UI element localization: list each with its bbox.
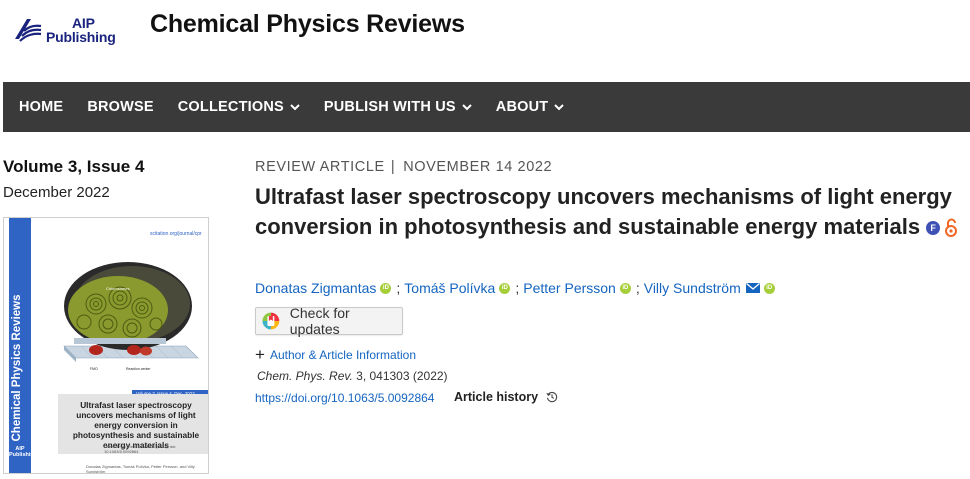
author-article-info-toggle[interactable]: + Author & Article Information bbox=[255, 345, 417, 364]
cover-url: scitation.org/journal/cpr bbox=[150, 231, 202, 237]
aip-logo-text: AIP Publishing bbox=[46, 16, 116, 44]
chevron-down-icon bbox=[462, 104, 472, 111]
author-item: Donatas Zigmantas iD bbox=[255, 280, 392, 296]
nav-home[interactable]: HOME bbox=[19, 99, 63, 115]
journal-title[interactable]: Chemical Physics Reviews bbox=[150, 10, 465, 39]
cover-art-label-chlorosomes: Chlorosomes bbox=[106, 286, 130, 291]
orcid-icon[interactable]: iD bbox=[380, 282, 392, 294]
aip-logo-icon bbox=[15, 19, 42, 42]
cover-logo-line2: Publishing bbox=[9, 452, 38, 458]
chevron-down-icon bbox=[290, 104, 300, 111]
article-history-button[interactable]: Article history bbox=[454, 390, 558, 404]
author-article-info-label: Author & Article Information bbox=[269, 348, 417, 362]
cover-aip-logo: AIP Publishing bbox=[9, 446, 38, 470]
nav-collections-label: COLLECTIONS bbox=[177, 99, 284, 115]
author-separator: ; bbox=[515, 280, 520, 296]
author-item: Villy Sundström iD bbox=[644, 280, 775, 296]
email-icon[interactable] bbox=[745, 283, 760, 293]
orcid-icon[interactable]: iD bbox=[763, 282, 775, 294]
citation-details: 3, 041303 (2022) bbox=[352, 369, 448, 383]
article-title: Ultrafast laser spectroscopy uncovers me… bbox=[255, 182, 967, 242]
cover-title: Ultrafast laser spectroscopy uncovers me… bbox=[72, 400, 200, 450]
logo-line1: AIP bbox=[72, 15, 95, 31]
check-for-updates-button[interactable]: Check for updates bbox=[255, 305, 403, 337]
open-access-icon bbox=[945, 218, 958, 238]
orcid-icon[interactable]: iD bbox=[619, 282, 631, 294]
article-title-text: Ultrafast laser spectroscopy uncovers me… bbox=[255, 184, 952, 239]
free-access-badge: F bbox=[926, 221, 941, 236]
nav-browse-label: BROWSE bbox=[87, 99, 154, 115]
doi-link[interactable]: https://doi.org/10.1063/5.0092864 bbox=[255, 391, 434, 405]
author-name-link[interactable]: Petter Persson bbox=[523, 280, 616, 296]
aip-publishing-logo[interactable]: AIP Publishing bbox=[12, 14, 124, 46]
article-type: REVIEW ARTICLE bbox=[255, 159, 385, 175]
plus-icon: + bbox=[255, 345, 265, 364]
crossmark-icon bbox=[262, 312, 280, 330]
nav-publish-label: PUBLISH WITH US bbox=[323, 99, 456, 115]
meta-separator: | bbox=[390, 159, 396, 175]
author-name-link[interactable]: Villy Sundström bbox=[644, 280, 741, 296]
chevron-down-icon bbox=[554, 104, 565, 111]
check-for-updates-label: Check for updates bbox=[289, 305, 350, 337]
nav-collections[interactable]: COLLECTIONS bbox=[178, 99, 300, 115]
issue-date: December 2022 bbox=[3, 184, 110, 201]
cover-artwork-illustration: Chlorosomes FMO Reaction center bbox=[63, 262, 199, 371]
citation-journal: Chem. Phys. Rev. bbox=[257, 369, 353, 383]
history-icon bbox=[546, 391, 558, 403]
author-separator: ; bbox=[396, 280, 401, 296]
author-item: Petter Persson iD bbox=[523, 280, 631, 296]
nav-about-label: ABOUT bbox=[495, 99, 549, 115]
issue-cover-image[interactable]: Chemical Physics Reviews AIP Publishing … bbox=[3, 217, 209, 474]
author-list: Donatas Zigmantas iD ; Tomáš Polívka iD … bbox=[255, 280, 775, 296]
cover-band-text: Chemical Physics Reviews bbox=[11, 294, 23, 442]
site-header: AIP Publishing Chemical Physics Reviews bbox=[0, 0, 970, 60]
nav-browse[interactable]: BROWSE bbox=[87, 99, 153, 115]
cover-authors: Donatas Zigmantas, Tomáš Polívka, Petter… bbox=[86, 464, 195, 474]
main-navigation: HOME BROWSE COLLECTIONS PUBLISH WITH US … bbox=[3, 82, 970, 132]
author-item: Tomáš Polívka iD bbox=[404, 280, 511, 296]
author-name-link[interactable]: Tomáš Polívka bbox=[404, 280, 495, 296]
cover-citation: Chem. Phys. Rev. 3, 041303 (2022); doi: … bbox=[104, 444, 177, 454]
author-name-link[interactable]: Donatas Zigmantas bbox=[255, 280, 376, 296]
author-separator: ; bbox=[635, 280, 640, 296]
cover-art-label-reaction-center: Reaction center bbox=[126, 367, 151, 371]
logo-line2: Publishing bbox=[46, 29, 116, 45]
nav-publish-with-us[interactable]: PUBLISH WITH US bbox=[324, 99, 472, 115]
nav-home-label: HOME bbox=[19, 99, 64, 115]
article-date: NOVEMBER 14 2022 bbox=[403, 159, 553, 175]
nav-about[interactable]: ABOUT bbox=[496, 99, 565, 115]
article-citation: Chem. Phys. Rev. 3, 041303 (2022) bbox=[257, 369, 448, 383]
cover-art-label-fmo: FMO bbox=[90, 367, 98, 371]
article-history-label: Article history bbox=[454, 390, 539, 404]
issue-volume-link[interactable]: Volume 3, Issue 4 bbox=[3, 157, 144, 177]
orcid-icon[interactable]: iD bbox=[499, 282, 511, 294]
article-meta: REVIEW ARTICLE | NOVEMBER 14 2022 bbox=[255, 159, 552, 175]
